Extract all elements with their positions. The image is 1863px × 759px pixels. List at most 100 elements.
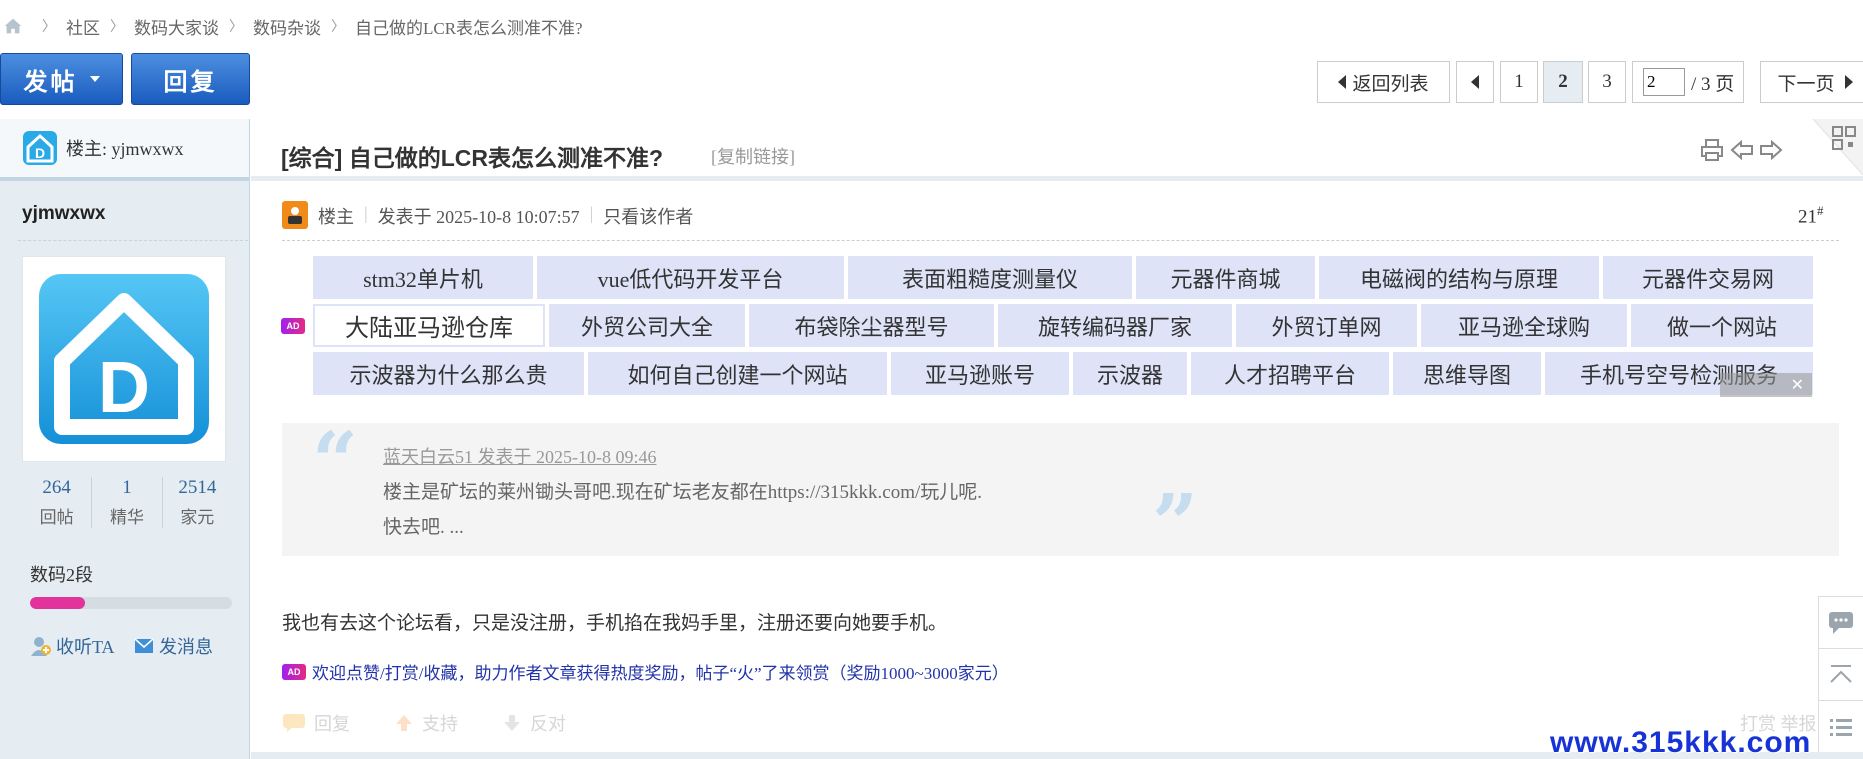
quote-author-link[interactable]: 蓝天白云51 发表于 2025-10-8 09:46 xyxy=(383,443,657,469)
chevron-left-icon xyxy=(1471,75,1479,89)
stat-value: 264 xyxy=(42,477,71,498)
thread-title: [综合] 自己做的LCR表怎么测准不准? xyxy=(281,145,664,171)
post-actions: 回复 支持 反对 xyxy=(282,710,610,736)
open-quote-icon: “ xyxy=(312,414,359,508)
chevron-left-icon xyxy=(1338,75,1347,89)
promo-text: 欢迎点赞/打赏/收藏，助力作者文章获得热度奖励，帖子“火”了来领赏（奖励1000… xyxy=(312,664,1009,683)
author-name[interactable]: yjmwxwx xyxy=(22,203,105,225)
floor-value: 21 xyxy=(1798,206,1817,228)
back-to-list-button[interactable]: 返回列表 xyxy=(1317,61,1450,103)
owner-bar: D 楼主: yjmwxwx xyxy=(0,119,249,181)
reply-button[interactable]: 回复 xyxy=(131,53,250,105)
divider xyxy=(282,240,1839,241)
ad-tag[interactable]: 做一个网站 xyxy=(1631,304,1813,347)
ad-tag[interactable]: 表面粗糙度测量仪 xyxy=(848,256,1132,299)
ad-tag[interactable]: stm32单片机 xyxy=(313,256,533,299)
promo-line[interactable]: AD 欢迎点赞/打赏/收藏，助力作者文章获得热度奖励，帖子“火”了来领赏（奖励1… xyxy=(282,659,1009,684)
page-3-link[interactable]: 3 xyxy=(1588,61,1626,103)
breadcrumb-item-current[interactable]: 自己做的LCR表怎么测准不准? xyxy=(355,14,583,39)
support-action-label: 支持 xyxy=(422,714,458,734)
ad-badge: AD xyxy=(281,318,305,334)
print-icon[interactable] xyxy=(1699,137,1725,163)
ad-tag[interactable]: vue低代码开发平台 xyxy=(537,256,844,299)
page-number-input[interactable] xyxy=(1643,68,1685,96)
ad-close-button[interactable]: ✕ xyxy=(1720,373,1812,397)
ad-tag[interactable]: 示波器 xyxy=(1073,352,1187,395)
ad-tag[interactable]: 元器件商城 xyxy=(1136,256,1315,299)
chat-icon xyxy=(1829,611,1853,634)
floating-toolbar xyxy=(1818,596,1863,759)
prev-thread-icon[interactable] xyxy=(1729,137,1755,163)
only-author-link[interactable]: 只看该作者 xyxy=(603,203,693,229)
send-message-label: 发消息 xyxy=(159,637,213,657)
oppose-action[interactable]: 反对 xyxy=(502,710,588,736)
divider xyxy=(18,240,248,241)
avatar-logo-icon: D xyxy=(39,274,209,444)
breadcrumb-item-community[interactable]: 社区 xyxy=(66,14,100,39)
user-rank: 数码2段 xyxy=(30,565,93,585)
ad-tag[interactable]: 元器件交易网 xyxy=(1603,256,1813,299)
stat-coins[interactable]: 2514 家元 xyxy=(163,477,232,528)
follow-label: 收听TA xyxy=(56,637,115,657)
next-page-button[interactable]: 下一页 xyxy=(1760,61,1863,103)
ad-badge: AD xyxy=(282,663,306,680)
ad-tag[interactable]: 亚马逊账号 xyxy=(891,352,1069,395)
rank-progress-bar xyxy=(30,597,232,609)
stat-replies[interactable]: 264 回帖 xyxy=(22,477,93,528)
caret-down-icon xyxy=(89,76,100,82)
ad-tag-grid: stm32单片机 vue低代码开发平台 表面粗糙度测量仪 元器件商城 电磁阀的结… xyxy=(313,256,1813,399)
thread-header: [综合] 自己做的LCR表怎么测准不准? [复制链接] xyxy=(251,119,1863,181)
divider: | xyxy=(364,203,368,223)
avatar[interactable]: D xyxy=(22,256,226,462)
ad-tag[interactable]: 布袋除尘器型号 xyxy=(749,304,994,347)
ad-tag[interactable]: 电磁阀的结构与原理 xyxy=(1319,256,1599,299)
ad-tag[interactable]: 示波器为什么那么贵 xyxy=(313,352,584,395)
follow-icon xyxy=(31,637,51,656)
breadcrumb-item-digital-talk[interactable]: 数码大家谈 xyxy=(134,14,219,39)
ad-tag[interactable]: 如何自己创建一个网站 xyxy=(588,352,887,395)
ad-tag[interactable]: 旋转编码器厂家 xyxy=(998,304,1232,347)
ad-tag[interactable]: 大陆亚马逊仓库 xyxy=(313,304,545,347)
post-body: 我也有去这个论坛看，只是没注册，手机掐在我妈手里，注册还要向她要手机。 xyxy=(282,613,948,634)
page-2-current[interactable]: 2 xyxy=(1543,61,1583,103)
close-icon: ✕ xyxy=(1790,377,1804,394)
thumbs-up-icon xyxy=(396,715,412,731)
list-icon xyxy=(1830,719,1852,736)
send-message-button[interactable]: 发消息 xyxy=(134,633,213,659)
quick-reply-button[interactable] xyxy=(1819,597,1863,649)
post-time: 发表于 2025-10-8 10:07:57 xyxy=(377,207,580,227)
breadcrumb-item-digital-misc[interactable]: 数码杂谈 xyxy=(253,14,321,39)
divider: | xyxy=(589,203,594,223)
follow-button[interactable]: 收听TA xyxy=(30,633,115,659)
next-thread-icon[interactable] xyxy=(1758,137,1784,163)
copy-link-button[interactable]: [复制链接] xyxy=(711,143,795,169)
chevron-right-icon xyxy=(1844,75,1853,89)
back-to-list-float-button[interactable] xyxy=(1819,701,1863,753)
reply-label: 回复 xyxy=(163,69,218,96)
new-post-button[interactable]: 发帖 xyxy=(0,53,123,105)
ad-tag[interactable]: 思维导图 xyxy=(1393,352,1541,395)
quote-block: “ 蓝天白云51 发表于 2025-10-8 09:46 楼主是矿坛的莱州锄头哥… xyxy=(282,414,1839,563)
floor-number[interactable]: 21# xyxy=(1798,203,1824,228)
ad-tag[interactable]: 外贸订单网 xyxy=(1236,304,1417,347)
rank-progress-fill xyxy=(30,597,85,609)
stat-label: 回帖 xyxy=(39,508,74,527)
back-to-top-button[interactable] xyxy=(1819,649,1863,701)
reply-action[interactable]: 回复 xyxy=(282,710,372,736)
prev-page-button[interactable] xyxy=(1456,61,1494,103)
reply-action-label: 回复 xyxy=(314,714,350,734)
post-meta: 楼主 | 发表于 2025-10-8 10:07:57 | 只看该作者 xyxy=(318,203,693,229)
ad-tag[interactable]: 人才招聘平台 xyxy=(1191,352,1389,395)
ad-tag[interactable]: 外贸公司大全 xyxy=(549,304,745,347)
qr-code-icon[interactable] xyxy=(1813,119,1863,175)
ad-tag[interactable]: 亚马逊全球购 xyxy=(1421,304,1627,347)
page-jump: / 3 页 xyxy=(1632,61,1744,103)
stat-digest[interactable]: 1 精华 xyxy=(92,477,163,528)
page-1-link[interactable]: 1 xyxy=(1500,61,1538,103)
home-icon[interactable] xyxy=(2,15,24,37)
support-action[interactable]: 支持 xyxy=(394,710,480,736)
site-watermark: www.315kkk.com xyxy=(1550,726,1812,759)
owner-tag: 楼主 xyxy=(318,207,354,227)
page-total-label: / 3 页 xyxy=(1691,73,1735,95)
site-logo-icon: D xyxy=(23,131,57,165)
